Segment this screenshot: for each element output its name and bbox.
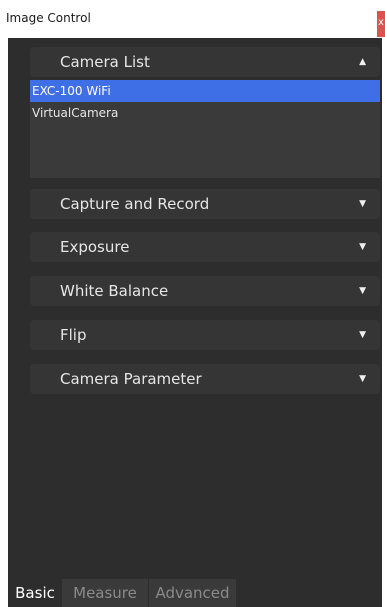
camera-list-item-virtualcamera[interactable]: VirtualCamera xyxy=(30,102,380,124)
camera-list-header[interactable]: Camera List ▲ xyxy=(30,47,380,77)
tab-label: Advanced xyxy=(155,584,230,602)
tab-basic[interactable]: Basic xyxy=(8,579,62,607)
triangle-down-icon: ▼ xyxy=(359,199,366,209)
section-label: Camera Parameter xyxy=(60,370,202,388)
image-control-window: Image Control x Camera List ▲ EXC-100 Wi… xyxy=(0,0,385,607)
bottom-tab-bar: Basic Measure Advanced xyxy=(8,579,382,607)
close-button[interactable]: x xyxy=(377,11,385,37)
basic-panel: Camera List ▲ EXC-100 WiFi VirtualCamera… xyxy=(8,38,382,579)
triangle-down-icon: ▼ xyxy=(359,374,366,384)
section-flip[interactable]: Flip ▼ xyxy=(30,320,380,350)
window-title: Image Control xyxy=(6,11,91,25)
camera-list-item-exc-100-wifi[interactable]: EXC-100 WiFi xyxy=(30,80,380,102)
section-label: Capture and Record xyxy=(60,195,210,213)
section-label: Exposure xyxy=(60,238,130,256)
tab-label: Measure xyxy=(73,584,137,602)
camera-list-item-label: VirtualCamera xyxy=(32,106,119,120)
tab-label: Basic xyxy=(15,584,55,602)
section-camera-parameter[interactable]: Camera Parameter ▼ xyxy=(30,364,380,394)
section-label: Flip xyxy=(60,326,87,344)
camera-list-header-label: Camera List xyxy=(60,53,150,71)
tab-advanced[interactable]: Advanced xyxy=(149,579,236,607)
triangle-up-icon: ▲ xyxy=(359,57,366,67)
section-capture-and-record[interactable]: Capture and Record ▼ xyxy=(30,189,380,219)
triangle-down-icon: ▼ xyxy=(359,242,366,252)
triangle-down-icon: ▼ xyxy=(359,330,366,340)
section-white-balance[interactable]: White Balance ▼ xyxy=(30,276,380,306)
triangle-down-icon: ▼ xyxy=(359,286,366,296)
section-label: White Balance xyxy=(60,282,169,300)
title-bar: Image Control x xyxy=(0,0,385,38)
close-icon: x xyxy=(378,17,384,28)
section-exposure[interactable]: Exposure ▼ xyxy=(30,232,380,262)
camera-list-item-label: EXC-100 WiFi xyxy=(32,84,111,98)
tab-measure[interactable]: Measure xyxy=(62,579,148,607)
camera-list: EXC-100 WiFi VirtualCamera xyxy=(30,80,380,178)
